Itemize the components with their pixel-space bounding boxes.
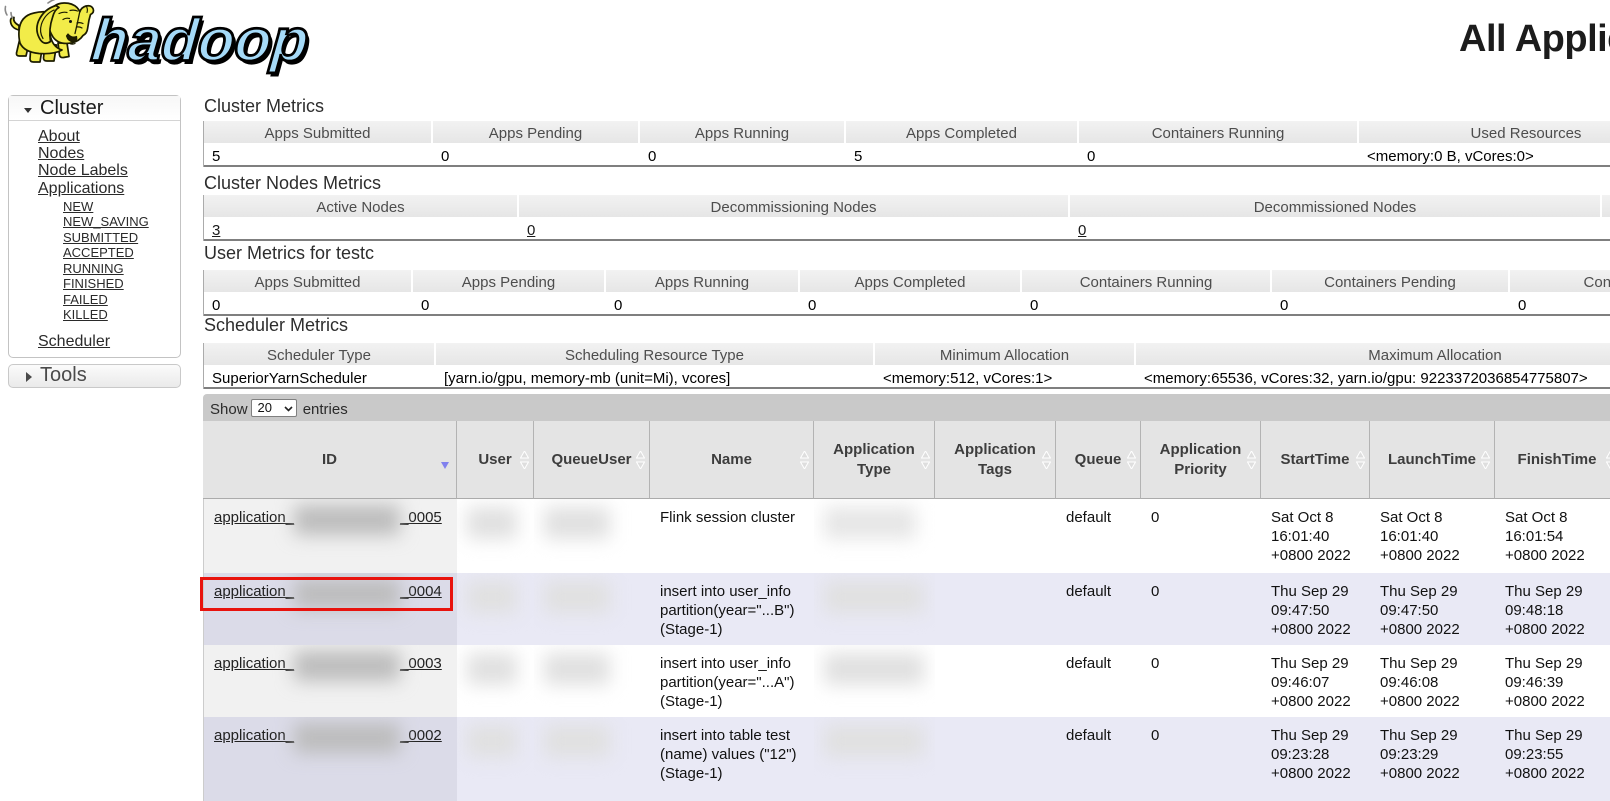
svg-text:hadoop: hadoop [89,7,311,74]
